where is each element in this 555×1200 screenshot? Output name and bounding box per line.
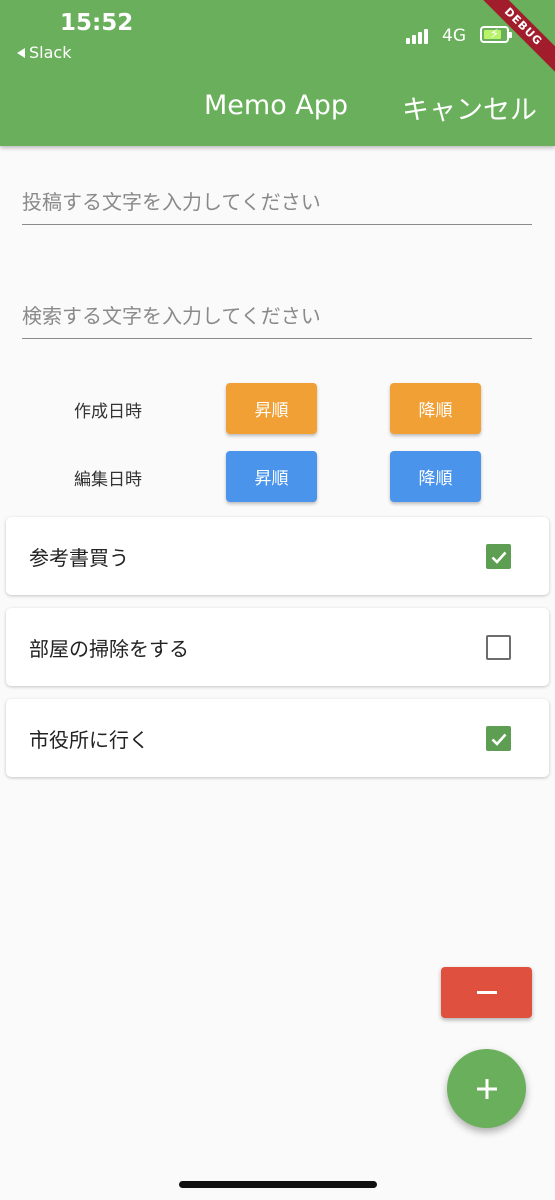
post-field xyxy=(22,180,532,225)
check-icon xyxy=(491,551,506,564)
signal-icon xyxy=(406,28,428,44)
post-input[interactable] xyxy=(22,180,532,224)
memo-checkbox[interactable] xyxy=(486,726,511,751)
memo-card[interactable]: 部屋の掃除をする xyxy=(6,608,549,686)
sort-created-label: 作成日時 xyxy=(74,402,142,422)
minus-icon xyxy=(476,991,497,994)
edited-desc-button[interactable]: 降順 xyxy=(390,451,481,502)
memo-checkbox[interactable] xyxy=(486,544,511,569)
app-bar: 15:52 Slack 4G ⚡ DEBUG Memo App キャンセル xyxy=(0,0,555,146)
memo-card[interactable]: 参考書買う xyxy=(6,517,549,595)
created-desc-button[interactable]: 降順 xyxy=(390,383,481,434)
battery-icon: ⚡ xyxy=(480,26,512,43)
cancel-button[interactable]: キャンセル xyxy=(402,88,537,127)
back-triangle-icon xyxy=(17,47,25,58)
sort-edited-label: 編集日時 xyxy=(74,470,142,490)
back-to-app-link[interactable]: Slack xyxy=(17,43,71,62)
charging-icon: ⚡ xyxy=(490,27,500,42)
back-app-label: Slack xyxy=(29,43,72,62)
status-time: 15:52 xyxy=(60,10,134,36)
memo-text: 部屋の掃除をする xyxy=(29,637,189,661)
edited-asc-button[interactable]: 昇順 xyxy=(226,451,317,502)
network-type: 4G xyxy=(442,26,466,46)
home-indicator xyxy=(179,1181,377,1188)
add-button[interactable] xyxy=(447,1049,526,1128)
page-title: Memo App xyxy=(204,90,349,121)
memo-checkbox[interactable] xyxy=(486,635,511,660)
remove-button[interactable] xyxy=(441,967,532,1018)
memo-text: 参考書買う xyxy=(29,546,129,570)
memo-card[interactable]: 市役所に行く xyxy=(6,699,549,777)
memo-text: 市役所に行く xyxy=(29,728,149,752)
created-asc-button[interactable]: 昇順 xyxy=(226,383,317,434)
search-field xyxy=(22,294,532,339)
plus-icon xyxy=(476,1078,497,1099)
search-input[interactable] xyxy=(22,294,532,338)
check-icon xyxy=(491,733,506,746)
